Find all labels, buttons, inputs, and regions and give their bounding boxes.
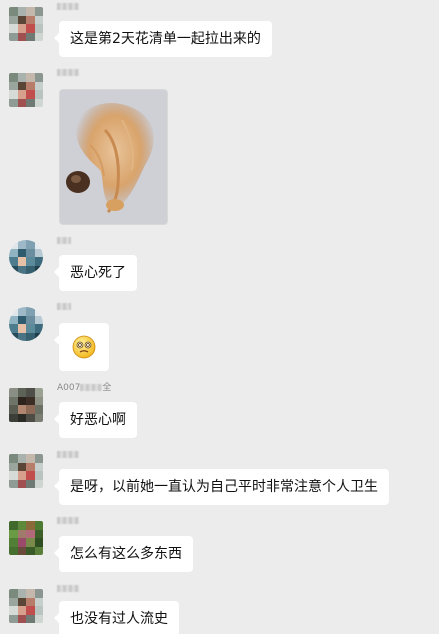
message-text: 也没有过人流史 [70,611,168,627]
message-text: 是呀，以前她一直认为自己平时非常注意个人卫生 [70,479,378,495]
avatar[interactable] [9,388,43,422]
message-text: 怎么有这么多东西 [70,546,182,562]
sender-name [57,450,79,460]
message-text: 这是第2天花清单一起拉出来的 [70,31,261,47]
avatar[interactable] [9,307,43,341]
photo-content [60,90,167,224]
avatar[interactable] [9,589,43,623]
message-bubble[interactable]: 也没有过人流史 [54,601,179,634]
avatar[interactable] [9,73,43,107]
message-bubble[interactable]: 是呀，以前她一直认为自己平时非常注意个人卫生 [54,469,389,505]
avatar[interactable] [9,7,43,41]
message-text: 恶心死了 [70,265,126,281]
message-bubble[interactable]: 这是第2天花清单一起拉出来的 [54,21,272,57]
avatar[interactable] [9,521,43,555]
sender-name [57,516,79,526]
avatar[interactable] [9,240,43,274]
message-text: 好恶心啊 [70,412,126,428]
sender-name [57,584,79,594]
sender-name [57,302,71,312]
dizzy-face-emoji-icon [72,335,96,359]
message-bubble[interactable]: 好恶心啊 [54,402,137,438]
photo-image[interactable] [59,89,168,225]
sender-name: A007 全 [57,383,112,393]
sender-name [57,68,79,78]
message-bubble[interactable] [54,323,109,371]
sender-name [57,2,79,12]
message-bubble[interactable]: 怎么有这么多东西 [54,536,193,572]
message-bubble[interactable]: 恶心死了 [54,255,137,291]
sender-name [57,236,71,246]
avatar[interactable] [9,454,43,488]
